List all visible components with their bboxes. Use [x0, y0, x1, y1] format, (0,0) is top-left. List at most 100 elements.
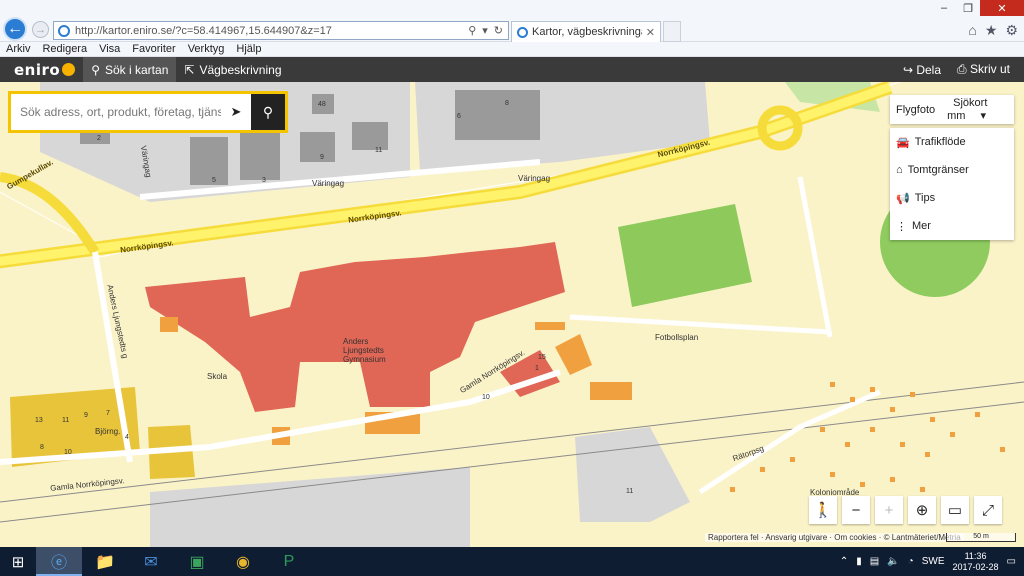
house-number: 11 — [62, 417, 70, 424]
aerial-photo-button[interactable]: Flygfoto — [890, 104, 941, 116]
browser-chrome: ← → http://kartor.eniro.se/?c=58.414967,… — [0, 0, 1024, 42]
menu-bar: Arkiv Redigera Visa Favoriter Verktyg Hj… — [0, 42, 1024, 57]
internet-explorer-icon[interactable]: ⓔ — [36, 547, 82, 576]
up-chevron-icon[interactable]: ⌃ — [840, 556, 848, 567]
windows-taskbar: ⊞ ⓔ 📁 ✉ ▣ ◉ P ⌃ ▮ ▤ 🔈 ◔ SWE 11:36 2017-0… — [0, 547, 1024, 576]
search-icon: ⚲ — [262, 103, 274, 120]
house-number: 4 — [125, 434, 129, 441]
house-number: 5 — [212, 177, 216, 184]
menu-redigera[interactable]: Redigera — [36, 42, 93, 56]
school-building — [145, 242, 565, 412]
windows-start-icon[interactable]: ⊞ — [0, 547, 36, 576]
forward-button[interactable]: → — [32, 21, 49, 38]
wifi-icon[interactable]: ◔ — [908, 556, 914, 567]
building — [190, 137, 228, 185]
refresh-icon[interactable]: ↻ — [494, 24, 503, 37]
share-button[interactable]: ↪ Dela — [903, 63, 941, 77]
back-button[interactable]: ← — [3, 17, 27, 41]
house-number: 8 — [40, 444, 44, 451]
house-number: 11 — [375, 147, 383, 154]
search-button[interactable]: ⚲ — [251, 94, 285, 130]
search-icon[interactable]: ⚲ — [468, 24, 476, 37]
zoom-out-button[interactable]: − — [842, 496, 870, 524]
map-canvas[interactable]: Norrköpingsv. Norrköpingsv. Norrköpingsv… — [0, 82, 1024, 547]
building — [455, 90, 540, 140]
menu-verktyg[interactable]: Verktyg — [182, 42, 231, 56]
print-button[interactable]: ⎙ Skriv ut — [957, 62, 1010, 77]
project-icon[interactable]: P — [266, 547, 312, 576]
tips-option[interactable]: 📢 Tips — [890, 184, 1014, 212]
street-view-pegman-icon[interactable]: 🚶 — [809, 496, 837, 524]
fullscreen-icon[interactable]: ⤢ — [974, 496, 1002, 524]
house-number: 7 — [106, 410, 110, 417]
tab-favicon-icon — [517, 26, 528, 38]
football-field — [618, 204, 752, 307]
house-number: 6 — [457, 113, 461, 120]
building — [240, 132, 280, 180]
eniro-logo-mark-icon — [62, 63, 76, 76]
dropdown-icon[interactable]: ▾ — [482, 24, 488, 37]
chrome-icon[interactable]: ◉ — [220, 547, 266, 576]
plot-boundaries-option[interactable]: ⌂ Tomtgränser — [890, 156, 1014, 184]
close-window-icon[interactable]: ✕ — [980, 0, 1024, 16]
directions-tab[interactable]: ⇱ Vägbeskrivning — [176, 57, 289, 82]
menu-visa[interactable]: Visa — [93, 42, 126, 56]
car-icon: 🚘 — [896, 136, 910, 149]
building — [300, 132, 335, 162]
clock[interactable]: 11:36 2017-02-28 — [953, 551, 999, 573]
map-attribution[interactable]: Rapportera fel · Ansvarig utgivare · Om … — [705, 533, 964, 542]
more-option[interactable]: ⋮ Mer — [890, 212, 1014, 240]
search-input[interactable]: Sök adress, ort, produkt, företag, tjäns… — [11, 94, 221, 130]
new-tab-button[interactable] — [663, 21, 681, 42]
building — [590, 382, 632, 400]
home-icon[interactable]: ⌂ — [968, 22, 976, 39]
forward-arrow-icon: → — [35, 23, 46, 36]
map-options-panel: 🚘 Trafikflöde ⌂ Tomtgränser 📢 Tips ⋮ Mer — [890, 128, 1014, 240]
building — [160, 317, 178, 332]
building — [535, 322, 565, 330]
house-number: 48 — [318, 101, 326, 108]
notification-icon[interactable]: ▭ — [1007, 556, 1016, 567]
volume-icon[interactable]: 🔈 — [887, 556, 899, 567]
locate-me-button[interactable]: ➤ — [221, 94, 251, 130]
printer-icon: ⎙ — [957, 62, 967, 76]
app-green-icon[interactable]: ▣ — [174, 547, 220, 576]
road-label: Väringag — [518, 174, 551, 183]
nautical-chart-dropdown[interactable]: Sjökort mm ▾ — [941, 97, 1014, 122]
address-bar[interactable]: http://kartor.eniro.se/?c=58.414967,15.6… — [53, 21, 509, 40]
favorites-star-icon[interactable]: ★ — [985, 22, 998, 39]
file-explorer-icon[interactable]: 📁 — [82, 547, 128, 576]
menu-favoriter[interactable]: Favoriter — [126, 42, 181, 56]
signpost-icon: ⇱ — [184, 62, 195, 77]
menu-hjalp[interactable]: Hjälp — [230, 42, 267, 56]
traffic-flow-option[interactable]: 🚘 Trafikflöde — [890, 128, 1014, 156]
map-controls: 🚶 − + ⊕ ▭ ⤢ — [809, 496, 1002, 524]
menu-arkiv[interactable]: Arkiv — [0, 42, 36, 56]
zoom-in-button[interactable]: + — [875, 496, 903, 524]
house-number: 10 — [64, 449, 72, 456]
map-graphics — [0, 82, 1024, 547]
measure-ruler-icon[interactable]: ▭ — [941, 496, 969, 524]
close-tab-icon[interactable]: ✕ — [646, 26, 655, 39]
outlook-icon[interactable]: ✉ — [128, 547, 174, 576]
house-number: 13 — [35, 417, 43, 424]
url-text[interactable]: http://kartor.eniro.se/?c=58.414967,15.6… — [75, 25, 468, 37]
browser-tab[interactable]: Kartor, vägbeskrivningar, fl... ✕ — [511, 21, 661, 42]
house-number: 2 — [97, 135, 101, 142]
locate-crosshair-icon[interactable]: ⊕ — [908, 496, 936, 524]
restore-icon[interactable]: ❐ — [956, 0, 980, 16]
language-indicator[interactable]: SWE — [922, 556, 945, 567]
chevron-down-icon: ▾ — [980, 110, 987, 122]
scale-bar: 50 m — [946, 533, 1016, 542]
search-map-tab[interactable]: ⚲ Sök i kartan — [83, 57, 177, 82]
eniro-logo[interactable]: eniro — [0, 61, 83, 79]
settings-gear-icon[interactable]: ⚙ — [1005, 22, 1018, 39]
house-number: 3 — [262, 177, 266, 184]
more-icon: ⋮ — [896, 220, 907, 233]
back-arrow-icon: ← — [7, 20, 23, 37]
road-label: Väringag — [312, 179, 345, 188]
battery-icon[interactable]: ▮ — [856, 556, 862, 567]
network-icon[interactable]: ▤ — [870, 556, 879, 567]
minimize-icon[interactable]: – — [932, 0, 956, 16]
grey-area-s — [575, 427, 690, 522]
